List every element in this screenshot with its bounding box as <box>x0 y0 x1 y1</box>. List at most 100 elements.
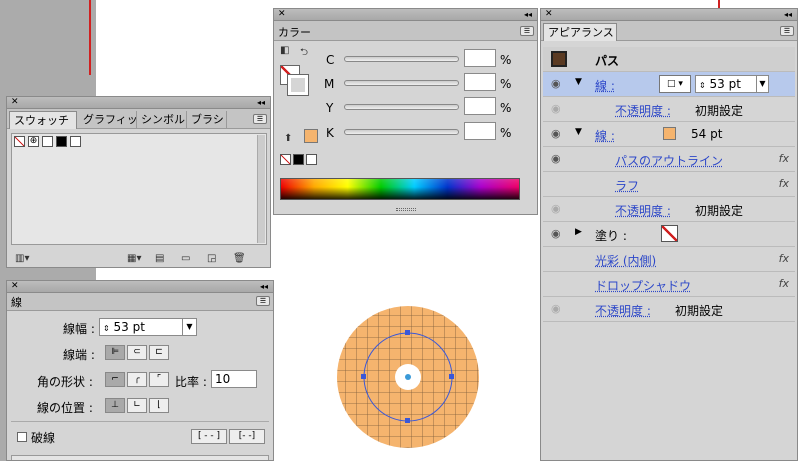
stroke-weight-stepper[interactable]: ⇕ 53 pt ▼ <box>695 75 769 93</box>
panel-menu-icon[interactable]: ☰ <box>780 26 794 36</box>
new-group-icon[interactable]: ▭ <box>181 253 190 264</box>
stroke-color-dropdown[interactable]: □ ▾ <box>659 75 691 93</box>
stroke-panel-title[interactable]: 線 <box>11 294 22 310</box>
channel-c-slider[interactable] <box>344 56 459 62</box>
align-center-button[interactable]: ⊥ <box>105 398 125 413</box>
channel-y-slider[interactable] <box>344 104 459 110</box>
object-type-label: パス <box>595 54 620 68</box>
stroke2-color-swatch[interactable] <box>663 127 676 140</box>
color-spectrum[interactable] <box>280 178 520 200</box>
opacity-row-3[interactable]: ◉ 不透明度 : 初期設定 <box>543 297 795 322</box>
visibility-eye-icon[interactable]: ◉ <box>551 77 561 90</box>
dash-align-button[interactable]: [- -] <box>229 429 265 444</box>
library-icon[interactable]: ▥▾ <box>15 253 29 264</box>
panel-menu-icon[interactable]: ☰ <box>520 26 534 36</box>
channel-k-slider[interactable] <box>344 129 459 135</box>
trash-icon[interactable]: 🗑 <box>233 253 246 264</box>
tab-swatches[interactable]: スウォッチ <box>9 111 77 129</box>
none-swatch[interactable] <box>280 154 291 165</box>
show-kinds-icon[interactable]: ▦▾ <box>127 253 141 264</box>
chevron-down-icon[interactable]: ▼ <box>756 76 768 92</box>
swatch-black[interactable] <box>56 136 67 147</box>
drop-shadow-effect[interactable]: ドロップシャドウ <box>595 277 691 294</box>
visibility-eye-icon[interactable]: ◉ <box>551 227 561 240</box>
chevron-down-icon[interactable]: ▼ <box>182 319 196 335</box>
inner-glow-effect[interactable]: 光彩 (内側) <box>595 252 656 269</box>
weight-stepper[interactable]: ⇕ 53 pt ▼ <box>99 318 197 336</box>
miter-join-button[interactable]: ⌐ <box>105 372 125 387</box>
white-swatch[interactable] <box>306 154 317 165</box>
visibility-eye-icon[interactable]: ◉ <box>551 202 561 215</box>
color-panel-title[interactable]: カラー <box>278 24 311 40</box>
tab-appearance[interactable]: アピアランス <box>543 23 617 41</box>
effect-row-drop-shadow[interactable]: ドロップシャドウ fx <box>543 272 795 297</box>
collapse-triangle-icon[interactable]: ▶ <box>575 227 582 237</box>
swatch-white-2[interactable] <box>70 136 81 147</box>
bevel-join-button[interactable]: ⌜ <box>149 372 169 387</box>
fill-row[interactable]: ◉ ▶ 塗り : <box>543 222 795 247</box>
expand-triangle-icon[interactable]: ▼ <box>575 127 582 137</box>
expand-triangle-icon[interactable]: ▼ <box>575 77 582 87</box>
opacity-label[interactable]: 不透明度 : <box>595 302 651 319</box>
channel-m-slider[interactable] <box>344 80 459 86</box>
opacity-value: 初期設定 <box>695 104 744 118</box>
opacity-value: 初期設定 <box>675 304 724 318</box>
fx-icon[interactable]: fx <box>779 277 789 290</box>
butt-cap-button[interactable]: ⊫ <box>105 345 125 360</box>
effect-row-outline[interactable]: ◉ パスのアウトライン fx <box>543 147 795 172</box>
effect-row-roughen[interactable]: ラフ fx <box>543 172 795 197</box>
stroke-row-selected[interactable]: ◉ ▼ 線 : □ ▾ ⇕ 53 pt ▼ <box>543 72 795 97</box>
align-inside-button[interactable]: ∟ <box>127 398 147 413</box>
new-swatch-icon[interactable]: ◲ <box>207 253 216 264</box>
opacity-row-1[interactable]: ◉ 不透明度 : 初期設定 <box>543 97 795 122</box>
dash-preserve-button[interactable]: [ - - ] <box>191 429 227 444</box>
stroke-swatch[interactable] <box>287 74 309 96</box>
fill-label[interactable]: 塗り : <box>595 227 627 244</box>
fx-icon[interactable]: fx <box>779 252 789 265</box>
stroke-row-2[interactable]: ◉ ▼ 線 : 54 pt <box>543 122 795 147</box>
swatch-white[interactable] <box>42 136 53 147</box>
scrollbar[interactable] <box>257 135 265 243</box>
black-swatch[interactable] <box>293 154 304 165</box>
fx-icon[interactable]: fx <box>779 177 789 190</box>
fill-none-swatch[interactable] <box>661 225 678 242</box>
channel-c-input[interactable] <box>464 49 496 67</box>
roughen-effect[interactable]: ラフ <box>615 177 639 194</box>
fx-icon[interactable]: fx <box>779 152 789 165</box>
swatch-none[interactable] <box>14 136 25 147</box>
round-cap-button[interactable]: ⊂ <box>127 345 147 360</box>
channel-m-input[interactable] <box>464 73 496 91</box>
stroke1-label[interactable]: 線 : <box>595 77 615 94</box>
opacity-label[interactable]: 不透明度 : <box>615 102 671 119</box>
visibility-eye-icon[interactable]: ◉ <box>551 302 561 315</box>
channel-y-input[interactable] <box>464 97 496 115</box>
channel-k-input[interactable] <box>464 122 496 140</box>
swap-colors-icon[interactable]: ⮌ <box>300 45 308 62</box>
default-colors-icon[interactable]: ◧ <box>280 45 289 56</box>
tab-brushes[interactable]: ブラシ <box>187 111 227 129</box>
stroke2-label[interactable]: 線 : <box>595 127 615 144</box>
visibility-eye-icon[interactable]: ◉ <box>551 127 561 140</box>
swatch-registration[interactable]: ⊕ <box>28 136 39 147</box>
opacity-label[interactable]: 不透明度 : <box>615 202 671 219</box>
swatch-options-icon[interactable]: ▤ <box>155 253 164 264</box>
out-of-gamut-icon[interactable]: ⬆ <box>284 133 292 144</box>
tab-graphic-styles[interactable]: グラフィッ <box>79 111 137 129</box>
align-outside-button[interactable]: ⌊ <box>149 398 169 413</box>
swatch-list: ⊕ <box>11 133 267 245</box>
visibility-eye-icon[interactable]: ◉ <box>551 152 561 165</box>
tab-symbols[interactable]: シンボル <box>137 111 187 129</box>
visibility-eye-icon[interactable]: ◉ <box>551 102 561 115</box>
outline-path-effect[interactable]: パスのアウトライン <box>615 152 723 169</box>
effect-row-inner-glow[interactable]: 光彩 (内側) fx <box>543 247 795 272</box>
panel-menu-icon[interactable]: ☰ <box>253 114 267 124</box>
dash-checkbox[interactable] <box>17 432 27 442</box>
projecting-cap-button[interactable]: ⊏ <box>149 345 169 360</box>
last-color-swatch[interactable] <box>304 129 318 143</box>
artwork-donut[interactable] <box>335 305 485 450</box>
ratio-input[interactable]: 10 <box>211 370 257 388</box>
resize-handle[interactable] <box>396 208 416 211</box>
round-join-button[interactable]: ╭ <box>127 372 147 387</box>
panel-menu-icon[interactable]: ☰ <box>256 296 270 306</box>
opacity-row-2[interactable]: ◉ 不透明度 : 初期設定 <box>543 197 795 222</box>
